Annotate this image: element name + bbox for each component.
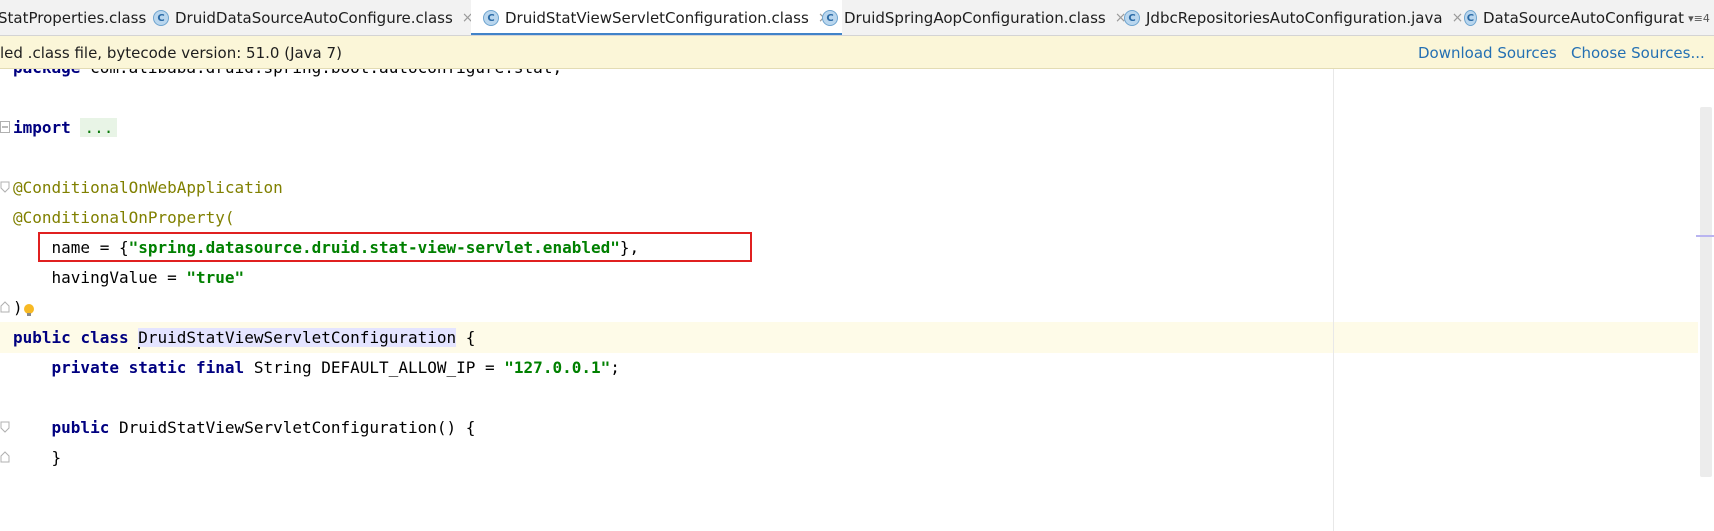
code-line-class-declaration: public class DruidStatViewServletConfigu… (13, 328, 476, 349)
scrollbar-marker (1696, 235, 1714, 237)
class-name[interactable]: DruidStatViewServletConfiguration (138, 328, 457, 347)
fold-end-icon[interactable] (0, 301, 10, 313)
tab-datasource-autoconfiguration[interactable]: C DataSourceAutoConfigurat (1464, 0, 1684, 35)
class-file-icon: C (822, 10, 838, 26)
right-margin-guide (1333, 69, 1334, 531)
tab-label: DataSourceAutoConfigurat (1482, 9, 1684, 27)
folded-imports[interactable]: ... (80, 118, 118, 137)
tab-label: DruidDataSourceAutoConfigure.class (175, 9, 453, 27)
editor-tab-bar: StatProperties.class × C DruidDataSource… (0, 0, 1714, 36)
code-line-constructor-close: } (13, 448, 62, 467)
tab-label: DruidStatViewServletConfiguration.class (505, 9, 809, 27)
code-line-annotation-property: @ConditionalOnProperty( (13, 208, 235, 227)
code-line-constructor: public DruidStatViewServletConfiguration… (51, 418, 476, 437)
fold-plus-icon[interactable] (0, 121, 10, 133)
tab-stat-properties[interactable]: StatProperties.class × (0, 0, 167, 35)
decompiled-message: led .class file, bytecode version: 51.0 … (0, 44, 342, 62)
class-file-icon: C (1124, 10, 1140, 26)
choose-sources-link[interactable]: Choose Sources... (1571, 44, 1705, 62)
scrollbar-thumb[interactable] (1700, 107, 1712, 477)
fold-start-icon[interactable] (0, 421, 10, 433)
fold-start-icon[interactable] (0, 181, 10, 193)
code-line-annotation-webapp: @ConditionalOnWebApplication (13, 178, 283, 197)
class-file-icon: C (1464, 10, 1477, 26)
code-editor[interactable]: package com.alibaba.druid.spring.boot.au… (0, 69, 1714, 531)
tab-label: DruidSpringAopConfiguration.class (844, 9, 1106, 27)
tab-jdbc-repositories-autoconfiguration[interactable]: C JdbcRepositoriesAutoConfiguration.java… (1124, 0, 1464, 35)
class-file-icon: C (483, 10, 499, 26)
tab-list-menu-icon[interactable]: ▾≡4 (1684, 0, 1714, 35)
lightbulb-icon[interactable] (22, 303, 36, 317)
download-sources-link[interactable]: Download Sources (1418, 44, 1557, 62)
vertical-scrollbar[interactable] (1698, 69, 1714, 531)
tab-label: JdbcRepositoriesAutoConfiguration.java (1146, 9, 1443, 27)
fold-end-icon[interactable] (0, 451, 10, 463)
class-file-icon: C (153, 10, 169, 26)
tab-druid-spring-aop-configuration[interactable]: C DruidSpringAopConfiguration.class × (822, 0, 1126, 35)
code-line-package: package com.alibaba.druid.spring.boot.au… (13, 69, 562, 83)
code-line-field: private static final String DEFAULT_ALLO… (51, 358, 620, 377)
highlight-box (38, 232, 752, 262)
decompiled-notification-bar: led .class file, bytecode version: 51.0 … (0, 36, 1714, 69)
tab-label: StatProperties.class (0, 9, 147, 27)
tab-druid-datasource-autoconfigure[interactable]: C DruidDataSourceAutoConfigure.class × (153, 0, 474, 35)
code-line-import: import ... (13, 113, 118, 143)
tab-druid-stat-view-servlet-configuration[interactable]: C DruidStatViewServletConfiguration.clas… (471, 0, 842, 35)
code-line-having-value: havingValue = "true" (13, 268, 245, 287)
close-icon[interactable]: × (1452, 10, 1464, 26)
